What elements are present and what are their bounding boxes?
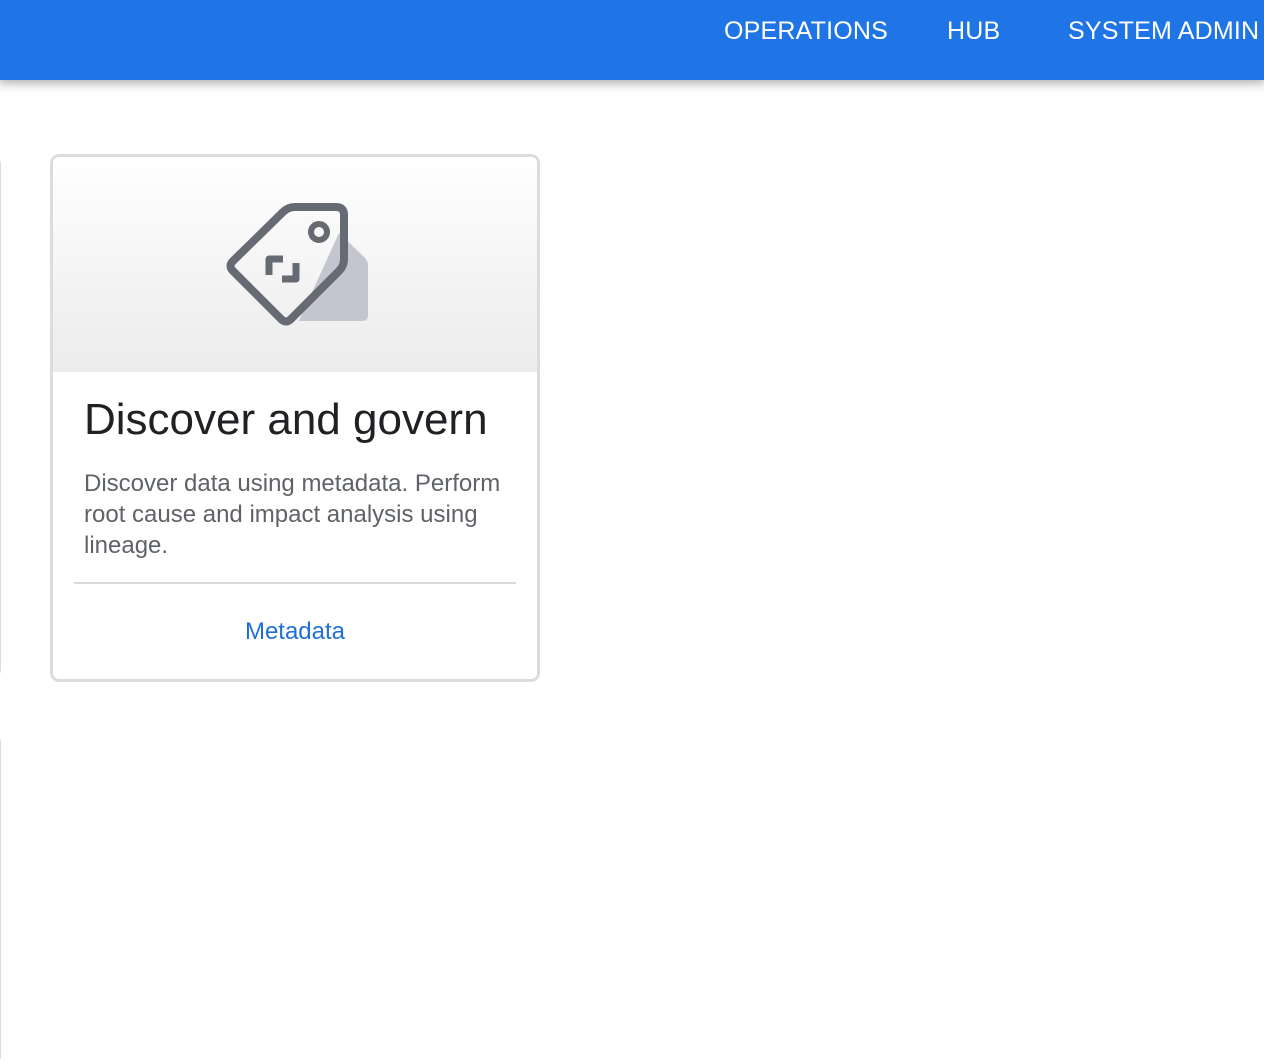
topbar-shadow xyxy=(0,80,1264,96)
nav-hub[interactable]: HUB xyxy=(947,16,1000,46)
card-title: Discover and govern xyxy=(84,395,488,444)
card-description: Discover data using metadata. Perform ro… xyxy=(84,470,501,559)
nav-operations[interactable]: OPERATIONS xyxy=(724,16,888,46)
metadata-link[interactable]: Metadata xyxy=(53,617,537,647)
top-nav-bar: OPERATIONS HUB SYSTEM ADMIN xyxy=(0,0,1264,80)
offscreen-card-left[interactable] xyxy=(0,156,1,678)
discover-govern-card: Discover and govern Discover data using … xyxy=(50,154,540,682)
nav-system-admin[interactable]: SYSTEM ADMIN xyxy=(1068,16,1259,46)
tag-icon xyxy=(226,203,368,326)
card-header xyxy=(53,157,537,372)
offscreen-card-left-lower[interactable] xyxy=(0,734,1,1064)
card-divider xyxy=(74,582,516,584)
